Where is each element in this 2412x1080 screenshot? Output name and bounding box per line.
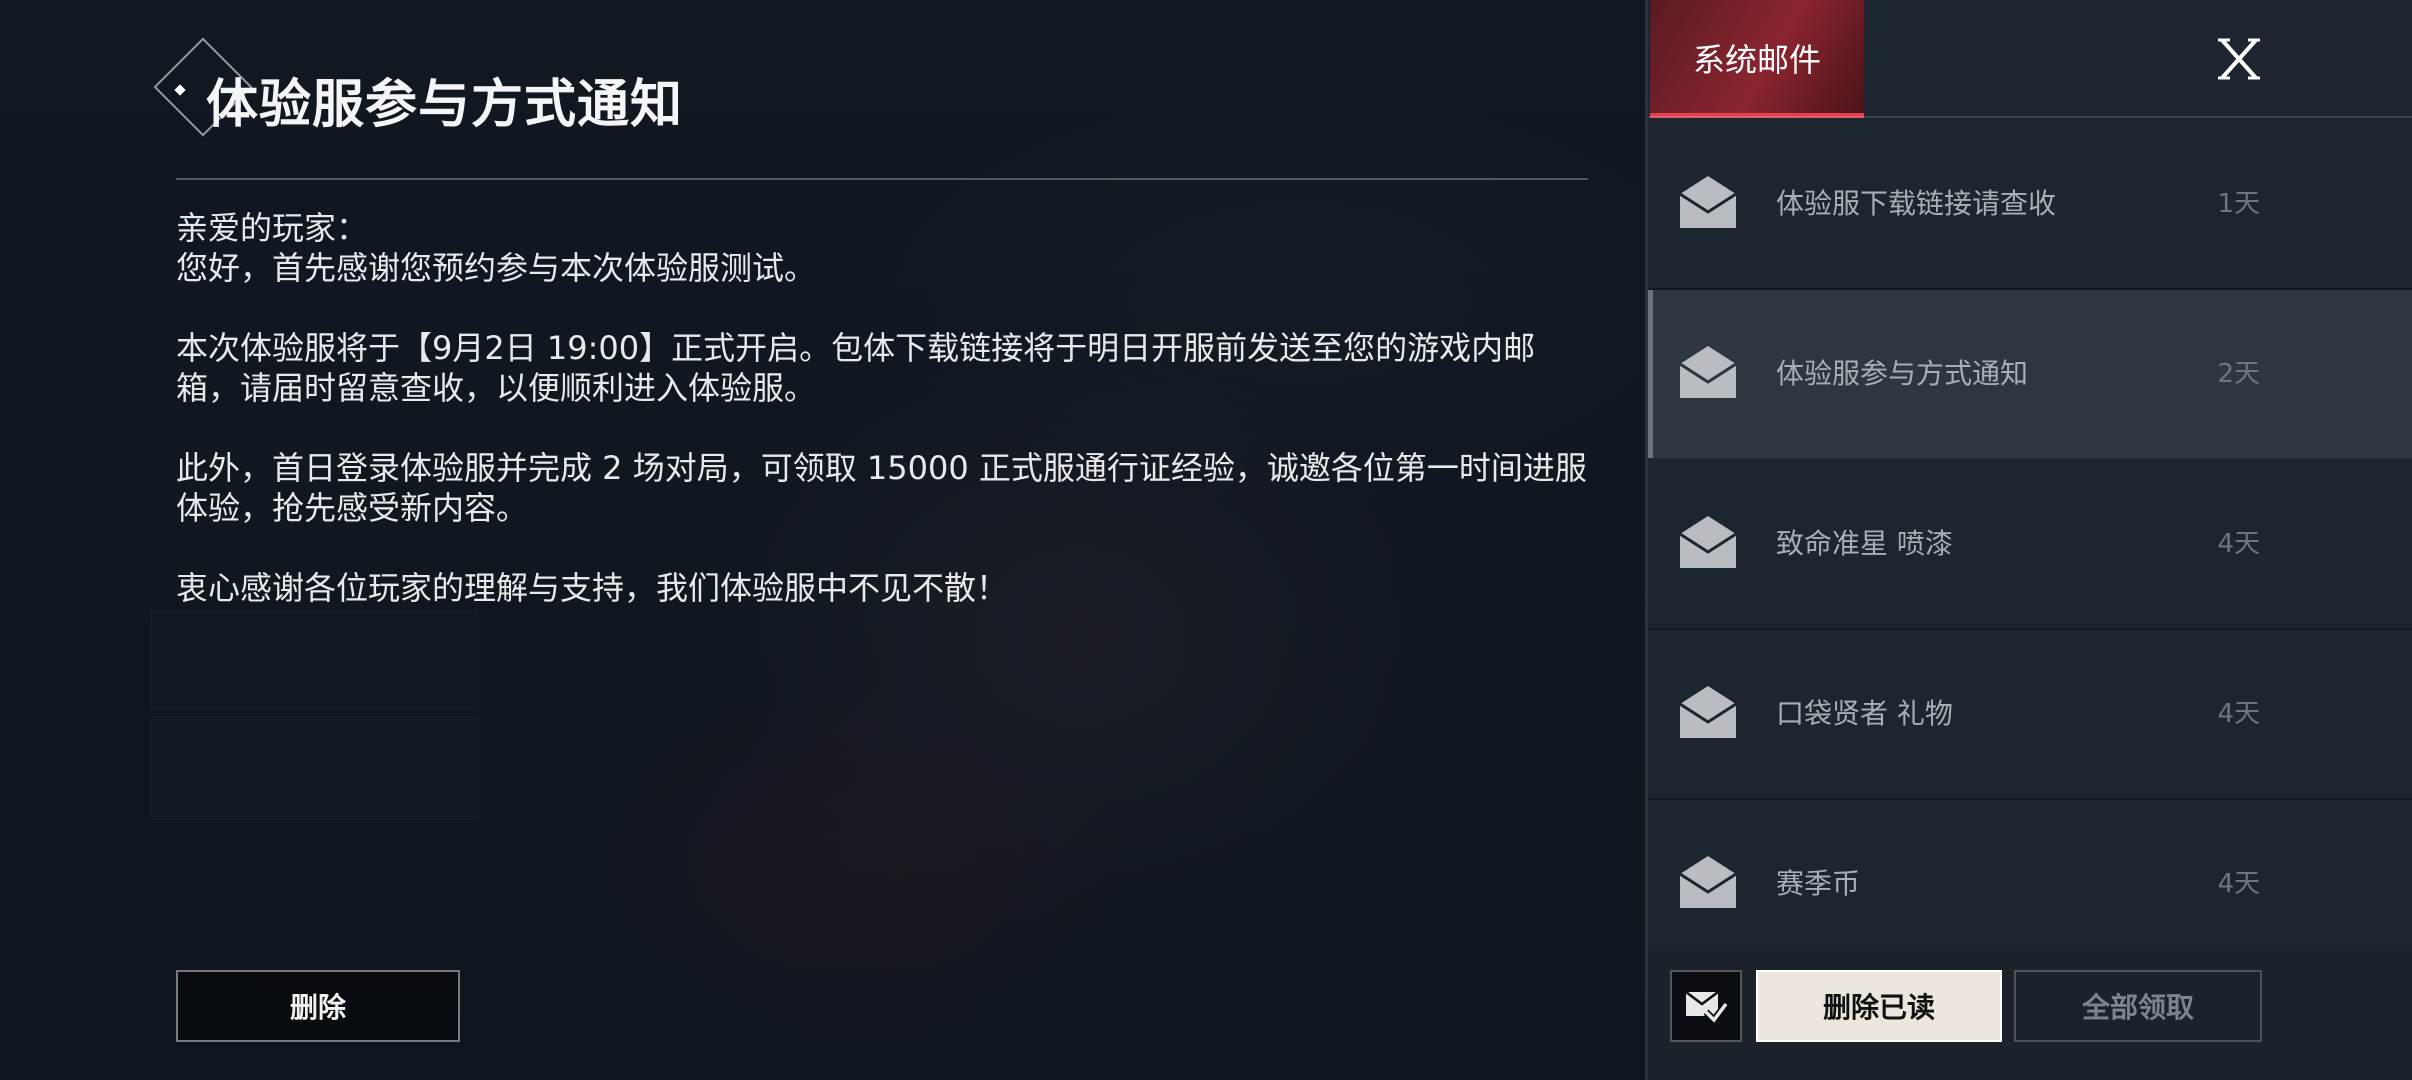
mail-body: 亲爱的玩家： 您好，首先感谢您预约参与本次体验服测试。 本次体验服将于【9月2日… bbox=[176, 208, 1596, 608]
mark-all-read-button[interactable] bbox=[1670, 970, 1742, 1042]
mail-age: 1天 bbox=[2217, 189, 2260, 219]
mail-body-line: 本次体验服将于【9月2日 19:00】正式开启。包体下载链接将于明日开服前发送至… bbox=[176, 329, 1536, 407]
delete-read-button[interactable]: 删除已读 bbox=[1756, 970, 2002, 1042]
mail-body-line: 衷心感谢各位玩家的理解与支持，我们体验服中不见不散！ bbox=[176, 569, 1009, 607]
envelope-icon bbox=[1679, 686, 1737, 738]
header-divider bbox=[1648, 116, 2412, 118]
mail-subject: 体验服参与方式通知 bbox=[1776, 357, 2029, 390]
tab-label: 系统邮件 bbox=[1692, 41, 1821, 79]
mail-list-item[interactable]: 致命准星 喷漆 4天 bbox=[1648, 460, 2412, 630]
mail-list-item-selected[interactable]: 体验服参与方式通知 2天 bbox=[1648, 290, 2412, 460]
envelope-check-icon bbox=[1685, 991, 1728, 1026]
mail-subject: 致命准星 喷漆 bbox=[1776, 527, 1953, 560]
claim-all-button[interactable]: 全部领取 bbox=[2014, 970, 2262, 1042]
delete-button[interactable]: 删除 bbox=[176, 970, 460, 1042]
mail-body-line: 您好，首先感谢您预约参与本次体验服测试。 bbox=[176, 249, 817, 287]
mail-list-item[interactable]: 体验服下载链接请查收 1天 bbox=[1648, 120, 2412, 290]
mail-list: 体验服下载链接请查收 1天 体验服参与方式通知 2天 致命准星 喷漆 4天 口袋… bbox=[1648, 120, 2412, 970]
mail-subject: 赛季币 bbox=[1776, 867, 1861, 900]
mail-age: 4天 bbox=[2217, 869, 2260, 899]
envelope-icon bbox=[1679, 176, 1737, 228]
mail-title: 体验服参与方式通知 bbox=[206, 75, 684, 135]
envelope-icon bbox=[1679, 516, 1737, 568]
tab-system-mail[interactable]: 系统邮件 bbox=[1650, 0, 1864, 116]
mail-list-item[interactable]: 口袋贤者 礼物 4天 bbox=[1648, 630, 2412, 800]
mail-body-line: 亲爱的玩家： bbox=[176, 209, 369, 247]
mail-age: 4天 bbox=[2217, 529, 2260, 559]
delete-read-label: 删除已读 bbox=[1822, 991, 1935, 1024]
title-divider bbox=[176, 178, 1588, 180]
envelope-icon bbox=[1679, 346, 1737, 398]
delete-button-label: 删除 bbox=[289, 991, 346, 1024]
claim-all-label: 全部领取 bbox=[2081, 991, 2194, 1024]
envelope-icon bbox=[1679, 856, 1737, 908]
mail-subject: 体验服下载链接请查收 bbox=[1776, 187, 2057, 220]
mail-subject: 口袋贤者 礼物 bbox=[1776, 697, 1953, 730]
mail-list-item[interactable]: 赛季币 4天 bbox=[1648, 800, 2412, 970]
mail-age: 4天 bbox=[2217, 699, 2260, 729]
mail-body-line: 此外，首日登录体验服并完成 2 场对局，可领取 15000 正式服通行证经验，诚… bbox=[176, 449, 1587, 527]
close-icon[interactable] bbox=[2214, 34, 2264, 84]
mail-age: 2天 bbox=[2217, 359, 2260, 389]
